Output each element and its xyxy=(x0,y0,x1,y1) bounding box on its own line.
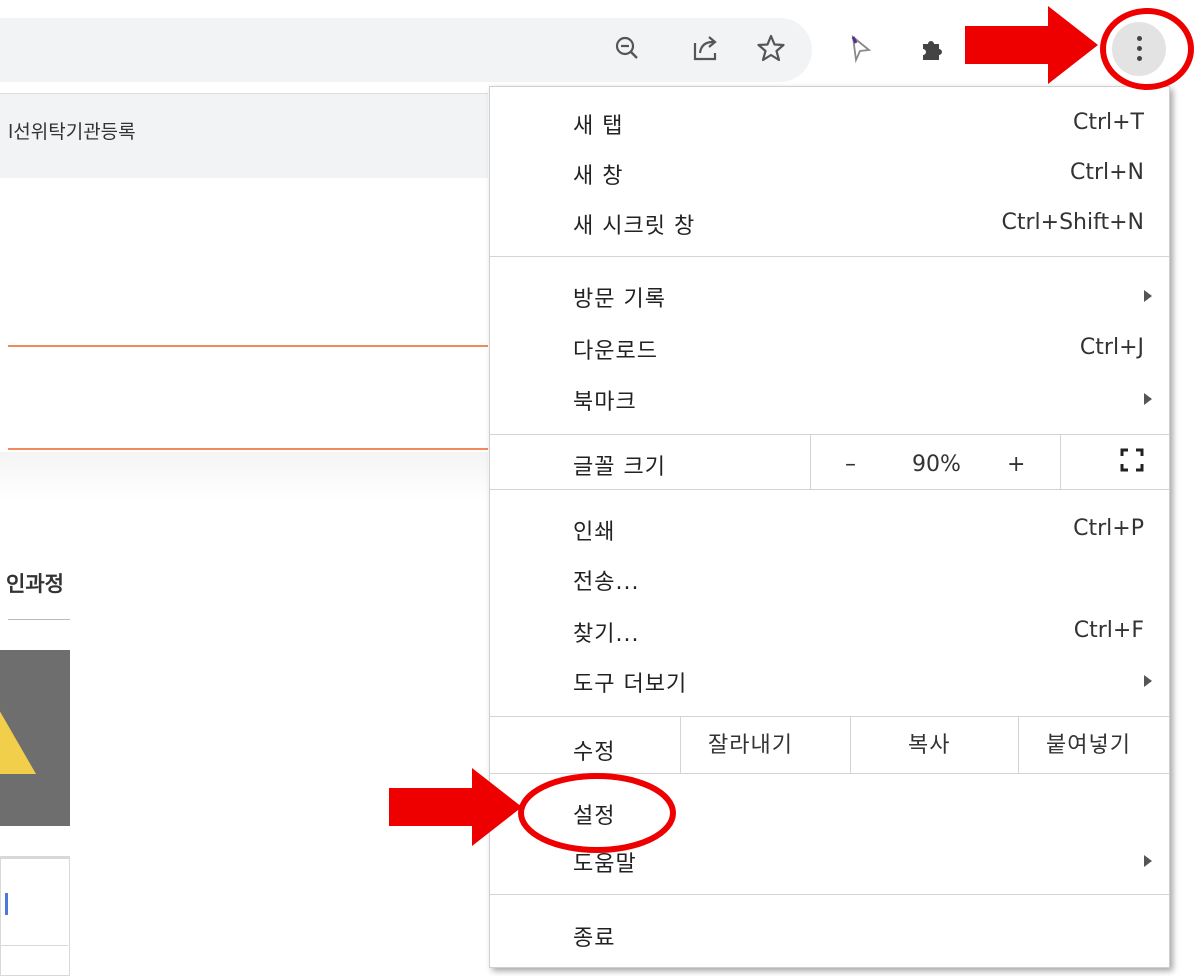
menu-item-find[interactable]: 찾기... Ctrl+F xyxy=(490,607,1169,655)
menu-item-label: 방문 기록 xyxy=(573,287,666,312)
copy-button[interactable]: 복사 xyxy=(908,727,950,759)
menu-item-shortcut: Ctrl+J xyxy=(1079,335,1144,360)
menu-item-label: 새 창 xyxy=(573,164,624,189)
menu-item-shortcut: Ctrl+N xyxy=(1069,160,1144,185)
menu-item-label: 찾기... xyxy=(573,622,640,647)
menu-separator xyxy=(490,256,1169,257)
zoom-value: 90% xyxy=(912,452,961,477)
menu-item-shortcut: Ctrl+P xyxy=(1073,516,1144,541)
menu-item-history[interactable]: 방문 기록 xyxy=(490,272,1169,320)
menu-item-print[interactable]: 인쇄 Ctrl+P xyxy=(490,505,1169,553)
annotation-arrow-settings xyxy=(389,768,522,846)
menu-item-shortcut: Ctrl+Shift+N xyxy=(1001,210,1144,235)
zoom-label: 글꼴 크기 xyxy=(573,455,666,480)
menu-item-label: 다운로드 xyxy=(573,339,658,364)
puzzle-extensions-icon[interactable] xyxy=(915,31,951,67)
edit-divider xyxy=(1018,717,1019,773)
menu-item-label: 북마크 xyxy=(573,390,637,415)
fade-band xyxy=(0,452,488,502)
page-tab-label[interactable]: l선위탁기관등록 xyxy=(8,117,136,144)
menu-separator xyxy=(490,894,1169,895)
menu-item-new-tab[interactable]: 새 탭 Ctrl+T xyxy=(490,99,1169,147)
cut-button[interactable]: 잘라내기 xyxy=(708,727,793,759)
zoom-out-icon[interactable] xyxy=(610,31,646,67)
submenu-arrow-icon xyxy=(1144,290,1152,302)
menu-item-label: 새 탭 xyxy=(573,114,624,139)
menu-item-shortcut: Ctrl+T xyxy=(1072,110,1144,135)
section-rule xyxy=(8,619,70,620)
paste-button[interactable]: 붙여넣기 xyxy=(1046,727,1131,759)
zoom-divider xyxy=(1060,435,1061,489)
edit-label: 수정 xyxy=(573,740,616,765)
annotation-arrow-top xyxy=(965,6,1098,84)
warning-triangle-icon xyxy=(0,708,36,774)
zoom-in-button[interactable]: + xyxy=(1007,452,1025,477)
submenu-arrow-icon xyxy=(1144,855,1152,867)
annotation-circle-settings xyxy=(518,773,676,853)
zoom-out-button[interactable]: – xyxy=(845,452,856,477)
menu-item-incognito[interactable]: 새 시크릿 창 Ctrl+Shift+N xyxy=(490,199,1169,247)
section-title: 인과정 xyxy=(6,572,64,596)
menu-item-exit[interactable]: 종료 xyxy=(490,911,1169,959)
submenu-arrow-icon xyxy=(1144,675,1152,687)
link-marker xyxy=(5,893,8,915)
side-panel xyxy=(0,856,70,976)
menu-item-more-tools[interactable]: 도구 더보기 xyxy=(490,657,1169,705)
menu-item-new-window[interactable]: 새 창 Ctrl+N xyxy=(490,149,1169,197)
menu-item-cast[interactable]: 전송... xyxy=(490,555,1169,603)
cursor-extension-icon[interactable] xyxy=(843,31,879,67)
zoom-divider xyxy=(810,435,811,489)
menu-item-label: 인쇄 xyxy=(573,520,616,545)
menu-item-downloads[interactable]: 다운로드 Ctrl+J xyxy=(490,324,1169,372)
menu-item-label: 도구 더보기 xyxy=(573,672,688,697)
edit-divider xyxy=(850,717,851,773)
menu-item-label: 전송... xyxy=(573,570,640,595)
divider xyxy=(0,945,68,946)
share-icon[interactable] xyxy=(688,31,724,67)
course-thumbnail[interactable] xyxy=(0,650,70,826)
menu-item-label: 새 시크릿 창 xyxy=(573,214,696,239)
fullscreen-icon[interactable] xyxy=(1120,448,1144,472)
menu-separator xyxy=(490,489,1169,490)
annotation-circle-menu-button xyxy=(1100,8,1194,90)
menu-item-shortcut: Ctrl+F xyxy=(1073,618,1144,643)
submenu-arrow-icon xyxy=(1144,393,1152,405)
bookmark-star-icon[interactable] xyxy=(753,31,789,67)
menu-item-bookmarks[interactable]: 북마크 xyxy=(490,375,1169,423)
divider xyxy=(8,345,488,347)
edit-divider xyxy=(680,717,681,773)
menu-zoom-row: 글꼴 크기 xyxy=(490,435,1169,489)
divider xyxy=(8,448,488,450)
menu-item-label: 종료 xyxy=(573,926,616,951)
